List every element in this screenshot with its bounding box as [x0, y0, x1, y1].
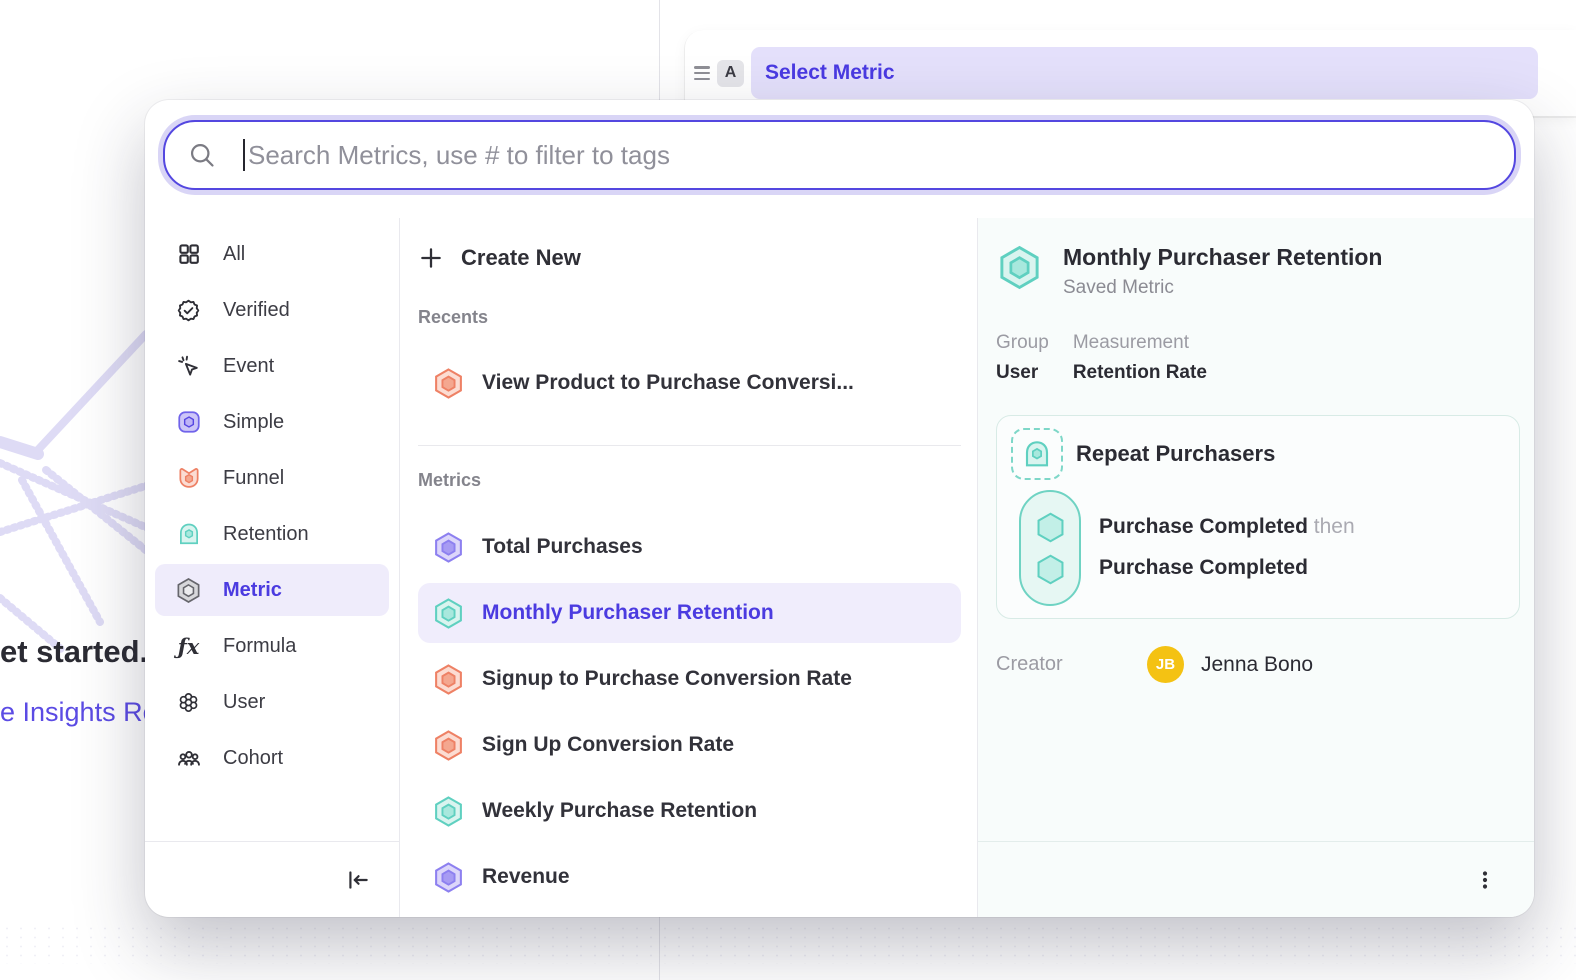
recents-header: Recents: [418, 307, 961, 328]
creator-name: Jenna Bono: [1201, 653, 1313, 677]
details-meta: Group User Measurement Retention Rate: [996, 332, 1518, 384]
modal-body: All Verified: [145, 218, 1534, 917]
measurement-label: Measurement: [1073, 332, 1207, 354]
sidebar-item-simple[interactable]: Simple: [155, 396, 389, 448]
metric-hexagon-icon: [432, 663, 465, 696]
kebab-menu-icon: [1473, 868, 1497, 892]
metric-hexagon-icon: [432, 597, 465, 630]
text-cursor: [243, 139, 245, 171]
metric-item-total-purchases[interactable]: Total Purchases: [418, 517, 961, 577]
metric-hexagon-icon: [175, 577, 202, 604]
background-get-started-text: et started.: [0, 634, 148, 670]
app-screen: et started. e Insights Re A Select Metri…: [0, 0, 1576, 980]
metric-item-monthly-purchaser-retention[interactable]: Monthly Purchaser Retention: [418, 583, 961, 643]
cursor-click-icon: [175, 353, 202, 380]
collapse-sidebar-button[interactable]: [343, 865, 373, 895]
user-cluster-icon: [175, 689, 202, 716]
metric-definition-card: Repeat Purchasers Purchase Comp: [996, 415, 1520, 619]
more-options-button[interactable]: [1470, 865, 1500, 895]
sidebar-item-retention[interactable]: Retention: [155, 508, 389, 560]
funnel-icon: [175, 465, 202, 492]
step-1-event: Purchase Completed: [1099, 515, 1308, 538]
plus-icon: [418, 245, 444, 271]
sidebar-item-cohort[interactable]: Cohort: [155, 732, 389, 784]
decorative-chart-lines: [0, 320, 160, 670]
metric-item-signup-to-purchase-conversion-rate[interactable]: Signup to Purchase Conversion Rate: [418, 649, 961, 709]
select-metric-button[interactable]: Select Metric: [751, 47, 1538, 99]
select-metric-label: Select Metric: [765, 61, 895, 85]
measurement-meta: Measurement Retention Rate: [1073, 332, 1207, 384]
create-new-button[interactable]: Create New: [418, 238, 961, 278]
sidebar-item-metric[interactable]: Metric: [155, 564, 389, 616]
background-dot-pattern: [0, 924, 1576, 964]
sidebar-item-user[interactable]: User: [155, 676, 389, 728]
metric-hexagon-icon: [432, 729, 465, 762]
definition-body: Purchase Completed then Purchase Complet…: [1011, 490, 1505, 606]
creator-label: Creator: [996, 653, 1147, 676]
group-value: User: [996, 362, 1049, 384]
funnel-metric-hexagon-icon: [432, 367, 465, 400]
group-meta: Group User: [996, 332, 1049, 384]
definition-header: Repeat Purchasers: [1011, 428, 1505, 480]
saved-metric-hexagon-icon: [996, 244, 1043, 291]
details-subtitle: Saved Metric: [1063, 277, 1382, 299]
sidebar-footer: [145, 841, 399, 917]
search-box: [163, 120, 1516, 190]
section-divider: [418, 445, 961, 446]
background-insights-report-link[interactable]: e Insights Re: [0, 697, 158, 728]
search-input[interactable]: [248, 125, 1514, 185]
step-connector: then: [1314, 515, 1355, 538]
event-hexagon-icon: [1033, 552, 1068, 587]
creator-row: Creator JB Jenna Bono: [996, 646, 1518, 683]
filter-sidebar: All Verified: [145, 218, 400, 917]
grid-icon: [175, 241, 202, 268]
drag-handle-icon[interactable]: [694, 66, 710, 80]
row-label-badge: A: [717, 60, 744, 87]
metric-hexagon-icon: [432, 795, 465, 828]
collapse-left-icon: [345, 867, 371, 893]
verified-badge-icon: [175, 297, 202, 324]
sidebar-item-formula[interactable]: ƒx Formula: [155, 620, 389, 672]
metric-item-weekly-purchase-retention[interactable]: Weekly Purchase Retention: [418, 781, 961, 841]
sidebar-item-all[interactable]: All: [155, 228, 389, 280]
metric-picker-modal: All Verified: [145, 100, 1534, 917]
step-2-event: Purchase Completed: [1099, 556, 1308, 579]
metric-hexagon-icon: [432, 531, 465, 564]
event-hexagon-icon: [1033, 510, 1068, 545]
metrics-list: Total Purchases Monthly Purchaser Retent…: [418, 517, 961, 907]
search-icon: [188, 141, 216, 169]
details-title: Monthly Purchaser Retention: [1063, 244, 1382, 271]
cohort-people-icon: [175, 745, 202, 772]
metrics-header: Metrics: [418, 470, 961, 491]
metric-hexagon-icon: [432, 861, 465, 894]
simple-metric-icon: [175, 409, 202, 436]
metric-list-panel: Create New Recents View Product to Purch…: [400, 218, 978, 917]
sidebar-item-verified[interactable]: Verified: [155, 284, 389, 336]
metric-details-panel: Monthly Purchaser Retention Saved Metric…: [978, 218, 1534, 917]
retention-arch-icon: [175, 521, 202, 548]
recent-metric-item[interactable]: View Product to Purchase Conversi...: [418, 357, 961, 409]
sidebar-item-event[interactable]: Event: [155, 340, 389, 392]
definition-steps: Purchase Completed then Purchase Complet…: [1099, 490, 1355, 606]
retention-definition-icon: [1011, 428, 1063, 480]
details-header: Monthly Purchaser Retention Saved Metric: [996, 244, 1518, 299]
measurement-value: Retention Rate: [1073, 362, 1207, 384]
metric-item-revenue[interactable]: Revenue: [418, 847, 961, 907]
metric-item-sign-up-conversion-rate[interactable]: Sign Up Conversion Rate: [418, 715, 961, 775]
sidebar-item-funnel[interactable]: Funnel: [155, 452, 389, 504]
creator-avatar: JB: [1147, 646, 1184, 683]
event-sequence-capsule: [1019, 490, 1081, 606]
details-footer: [978, 841, 1534, 917]
group-label: Group: [996, 332, 1049, 354]
formula-fx-icon: ƒx: [175, 633, 202, 660]
definition-name: Repeat Purchasers: [1076, 441, 1275, 467]
